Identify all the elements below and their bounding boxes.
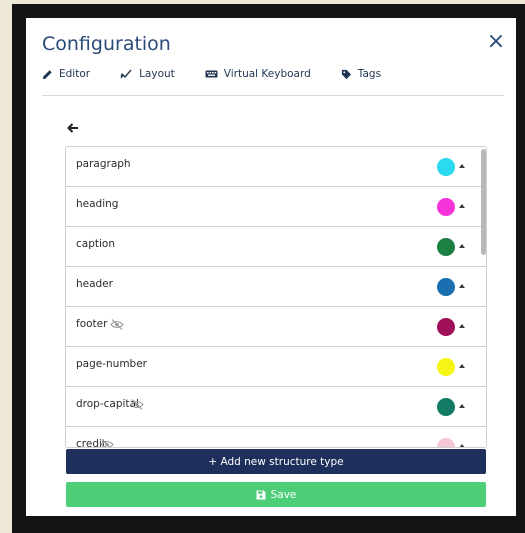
keyboard-icon	[205, 70, 218, 78]
dialog-title: Configuration	[42, 33, 171, 55]
structure-label: heading	[76, 198, 119, 210]
eye-slash-icon[interactable]	[110, 319, 124, 330]
scrollbar[interactable]	[481, 149, 486, 255]
structure-row[interactable]: heading	[66, 187, 486, 227]
configuration-dialog: Configuration × Editor Layout Virtual Ke…	[26, 18, 516, 516]
structure-label: page-number	[76, 358, 147, 370]
caret-up-icon[interactable]	[459, 364, 465, 368]
structure-row[interactable]: page-number	[66, 347, 486, 387]
eye-slash-icon[interactable]	[100, 439, 114, 448]
color-swatch[interactable]	[437, 438, 455, 447]
tab-layout-label: Layout	[139, 68, 175, 80]
tag-icon	[341, 69, 351, 80]
tab-virtual-keyboard[interactable]: Virtual Keyboard	[205, 68, 311, 92]
caret-up-icon[interactable]	[459, 324, 465, 328]
color-swatch[interactable]	[437, 198, 455, 216]
color-swatch[interactable]	[437, 158, 455, 176]
arrow-left-icon[interactable]	[66, 121, 80, 135]
caret-up-icon[interactable]	[459, 204, 465, 208]
eye-slash-icon[interactable]	[130, 399, 144, 410]
save-label: Save	[270, 488, 297, 501]
color-swatch[interactable]	[437, 318, 455, 336]
tab-tags-label: Tags	[357, 68, 382, 80]
tab-bar: Editor Layout Virtual Keyboard Tags	[42, 68, 504, 96]
save-button[interactable]: Save	[66, 482, 486, 507]
structure-row[interactable]: caption	[66, 227, 486, 267]
structure-label: paragraph	[76, 158, 131, 170]
caret-up-icon[interactable]	[459, 404, 465, 408]
structure-label: header	[76, 278, 113, 290]
caret-up-icon[interactable]	[459, 444, 465, 447]
structure-row[interactable]: header	[66, 267, 486, 307]
structure-label: footer	[76, 318, 108, 330]
color-swatch[interactable]	[437, 238, 455, 256]
close-icon[interactable]: ×	[486, 31, 506, 53]
tab-editor[interactable]: Editor	[42, 68, 90, 92]
structure-row[interactable]: credit	[66, 427, 486, 448]
structure-row[interactable]: footer	[66, 307, 486, 347]
structure-label: caption	[76, 238, 115, 250]
caret-up-icon[interactable]	[459, 164, 465, 168]
structure-list: paragraph heading caption header footer page-…	[65, 146, 487, 448]
layout-icon	[120, 69, 132, 79]
tab-tags[interactable]: Tags	[341, 68, 381, 92]
caret-up-icon[interactable]	[459, 284, 465, 288]
color-swatch[interactable]	[437, 278, 455, 296]
save-icon	[256, 490, 266, 499]
pencil-icon	[42, 70, 52, 80]
tab-virtual-keyboard-label: Virtual Keyboard	[223, 68, 311, 80]
tab-layout[interactable]: Layout	[120, 68, 175, 92]
color-swatch[interactable]	[437, 398, 455, 416]
structure-row[interactable]: drop-capital	[66, 387, 486, 427]
color-swatch[interactable]	[437, 358, 455, 376]
caret-up-icon[interactable]	[459, 244, 465, 248]
add-structure-type-button[interactable]: + Add new structure type	[66, 449, 486, 474]
structure-row[interactable]: paragraph	[66, 147, 486, 187]
tab-editor-label: Editor	[59, 68, 91, 80]
